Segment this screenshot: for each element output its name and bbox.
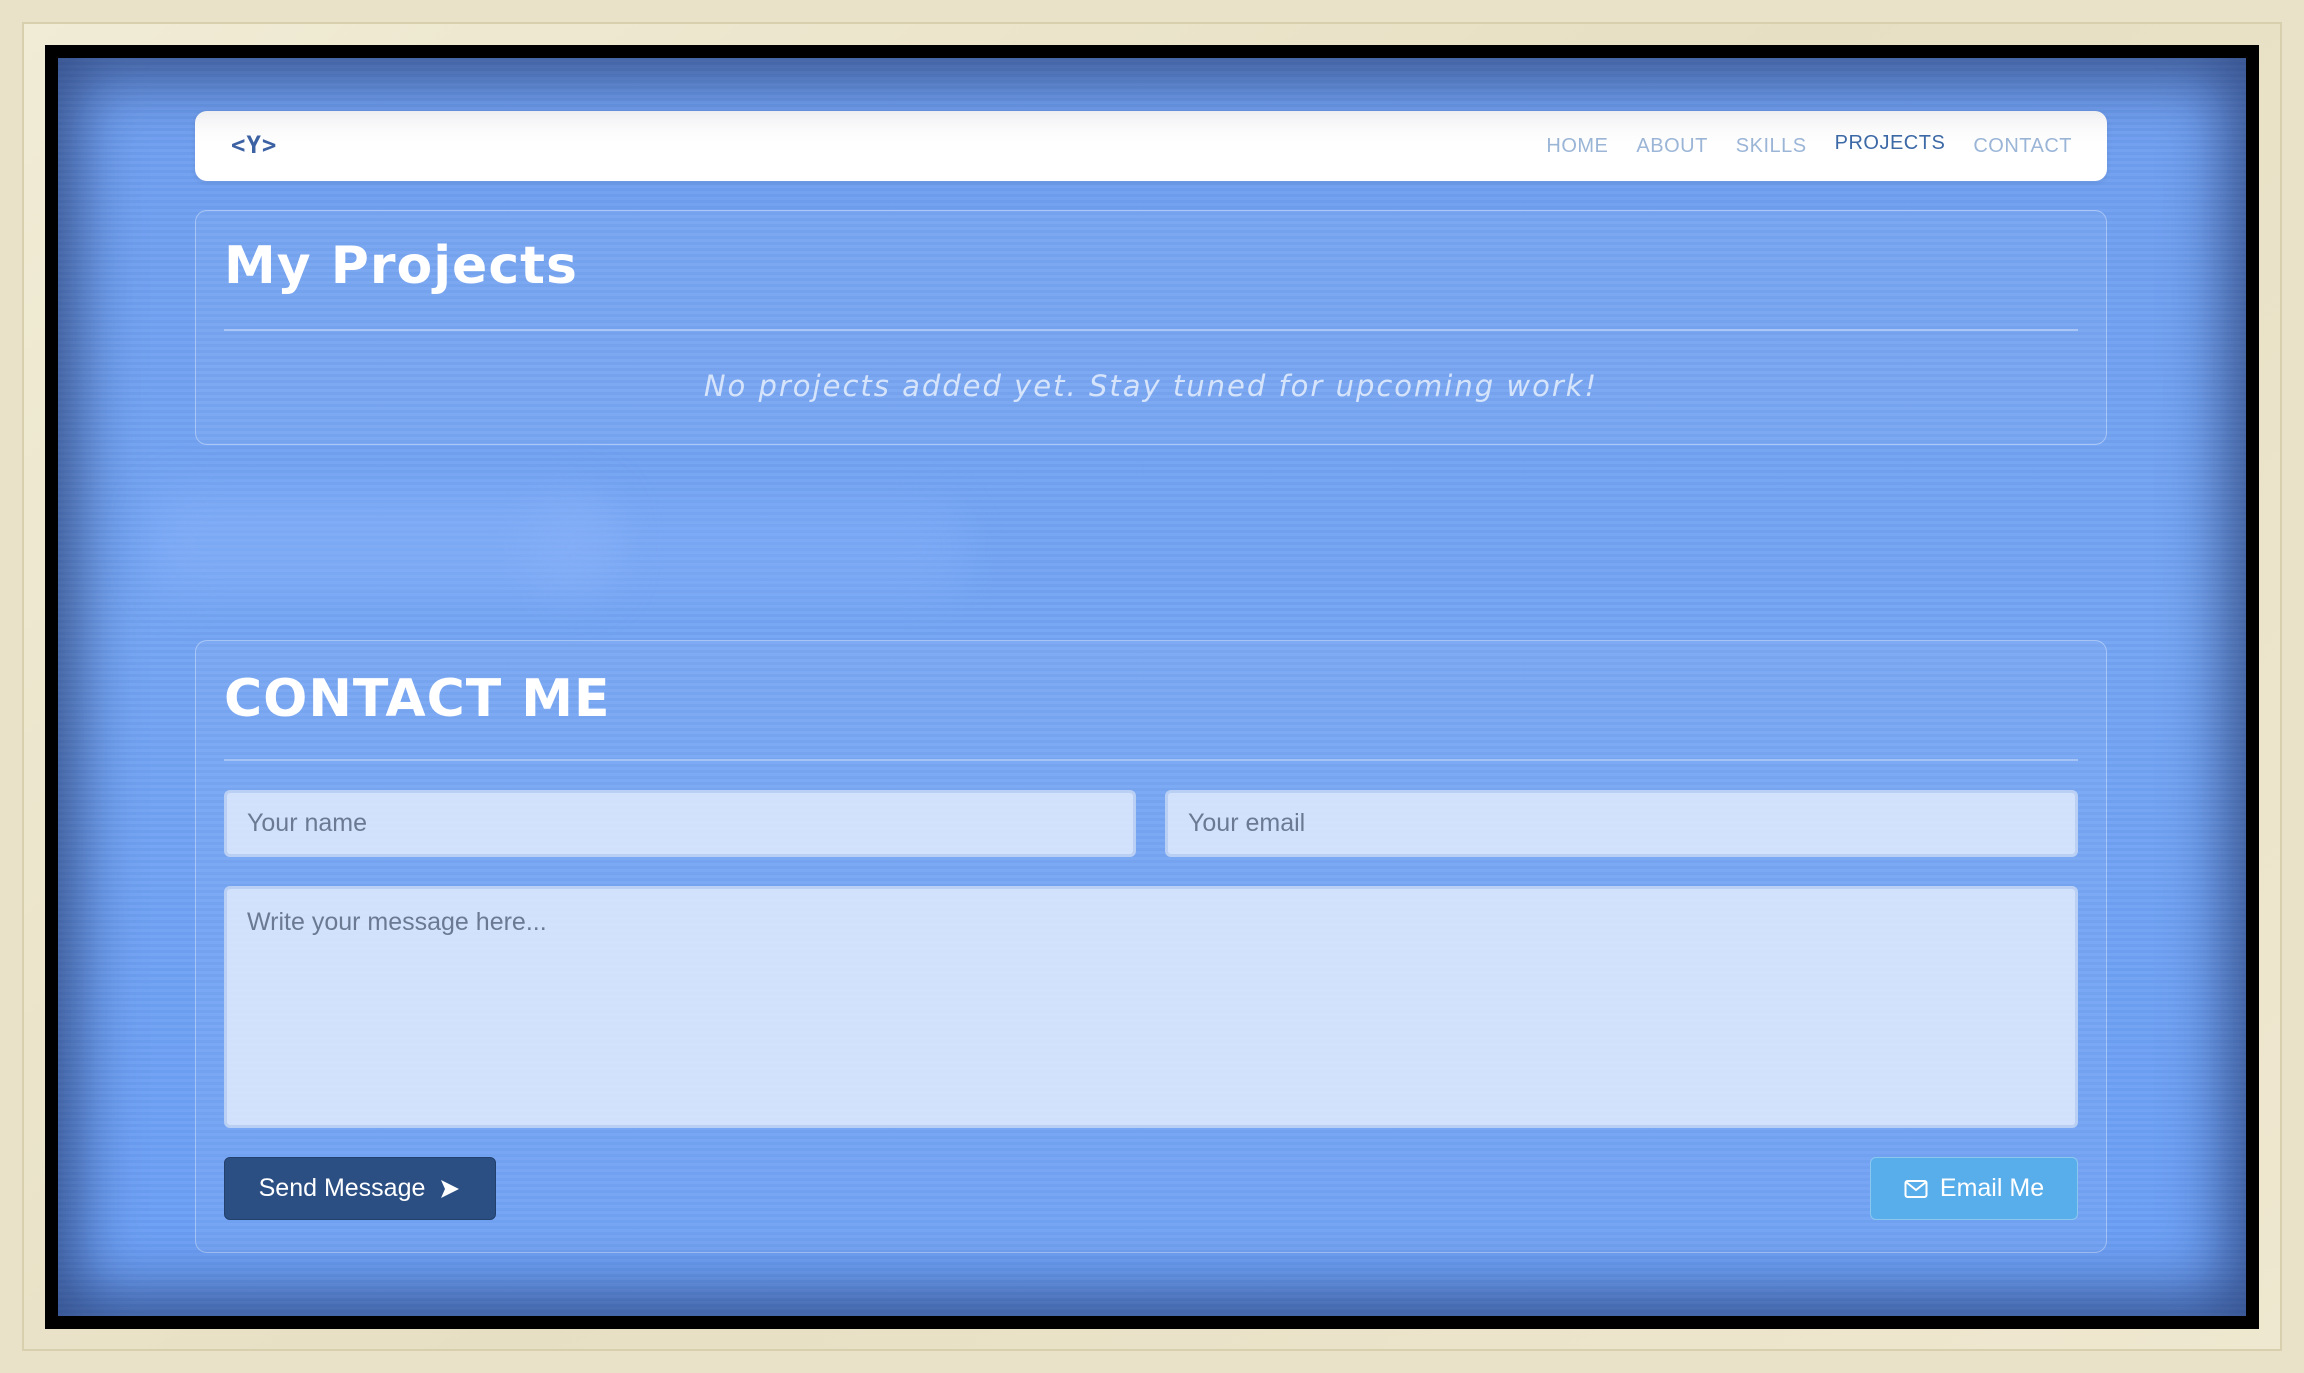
contact-divider [224, 759, 2078, 761]
send-message-label: Send Message [258, 1174, 426, 1202]
send-arrow-icon [439, 1178, 461, 1200]
name-input[interactable] [224, 790, 1136, 857]
logo[interactable]: <Y> [231, 131, 277, 159]
email-me-button[interactable]: Email Me [1870, 1157, 2078, 1220]
nav-link-projects[interactable]: PROJECTS [1835, 132, 1946, 155]
nav-link-skills[interactable]: SKILLS [1736, 135, 1807, 158]
projects-divider [224, 329, 2078, 331]
email-input[interactable] [1165, 790, 2078, 857]
monitor-bezel: <Y> HOME ABOUT SKILLS PROJECTS CONTACT M… [45, 45, 2259, 1329]
navbar: <Y> HOME ABOUT SKILLS PROJECTS CONTACT [195, 111, 2107, 181]
nav-link-home[interactable]: HOME [1546, 135, 1608, 158]
projects-section: My Projects No projects added yet. Stay … [195, 210, 2107, 445]
nav-link-about[interactable]: ABOUT [1636, 135, 1707, 158]
screen: <Y> HOME ABOUT SKILLS PROJECTS CONTACT M… [58, 58, 2246, 1316]
blurred-placeholder [528, 498, 968, 598]
contact-section: CONTACT ME Send Message [195, 640, 2107, 1253]
send-message-button[interactable]: Send Message [224, 1157, 496, 1220]
email-me-label: Email Me [1939, 1174, 2045, 1202]
message-textarea[interactable] [224, 886, 2078, 1128]
nav-link-contact[interactable]: CONTACT [1973, 135, 2072, 158]
contact-title: CONTACT ME [224, 669, 611, 729]
projects-title: My Projects [224, 236, 578, 296]
nav-links: HOME ABOUT SKILLS PROJECTS CONTACT [1546, 111, 2072, 181]
envelope-icon [1904, 1179, 1928, 1199]
projects-empty-message: No projects added yet. Stay tuned for up… [703, 369, 1599, 403]
